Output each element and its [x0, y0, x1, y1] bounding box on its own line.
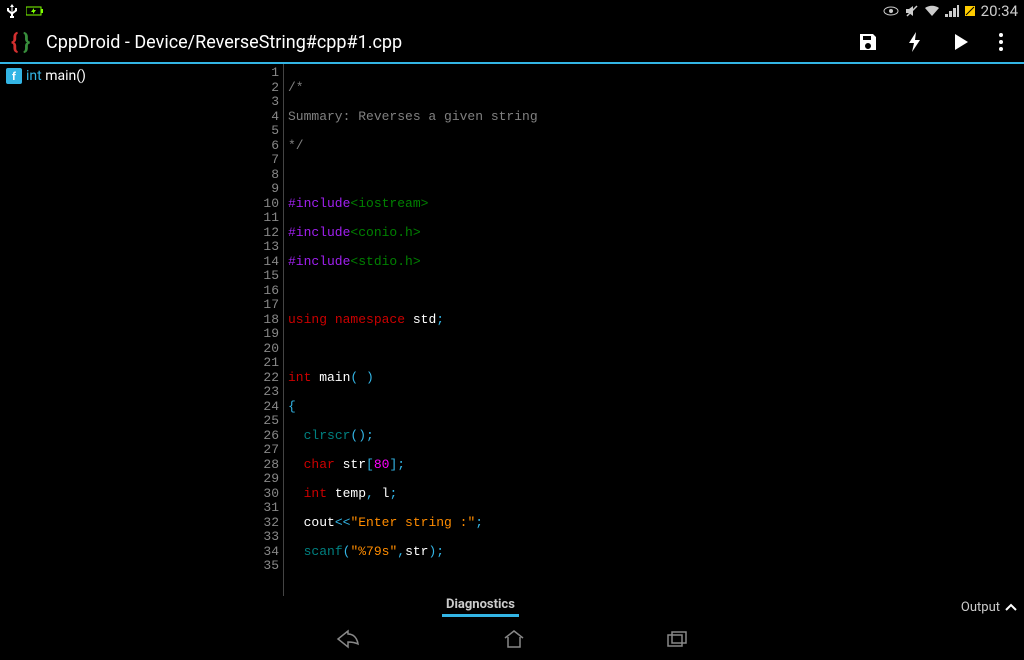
battery-charging-icon — [26, 5, 44, 17]
back-button[interactable] — [334, 629, 362, 649]
recents-button[interactable] — [666, 630, 690, 648]
code-area[interactable]: /* Summary: Reverses a given string */ #… — [284, 64, 1024, 596]
tab-output[interactable]: Output — [961, 600, 1024, 615]
eye-icon — [882, 5, 900, 17]
tab-diagnostics[interactable]: Diagnostics — [0, 597, 961, 617]
signal-icon — [945, 5, 959, 17]
android-status-bar: 20:34 — [0, 0, 1024, 22]
svg-text:{: { — [11, 30, 18, 55]
home-button[interactable] — [502, 629, 526, 649]
android-nav-bar — [0, 618, 1024, 660]
wifi-icon — [924, 5, 940, 17]
bottom-tab-bar: Diagnostics Output — [0, 596, 1024, 618]
app-logo-icon: {} — [10, 29, 36, 55]
app-title: CppDroid - Device/ReverseString#cpp#1.cp… — [46, 32, 848, 53]
outline-fn: main() — [45, 68, 86, 84]
outline-item-main[interactable]: f int main() — [6, 68, 254, 84]
outline-sidebar: f int main() — [0, 64, 260, 596]
code-editor[interactable]: 1234567891011121314151617181920212223242… — [260, 64, 1024, 596]
line-gutter: 1234567891011121314151617181920212223242… — [260, 64, 284, 596]
save-button[interactable] — [858, 32, 878, 52]
svg-text:}: } — [23, 30, 30, 55]
mute-icon — [905, 4, 919, 18]
overflow-menu-button[interactable] — [998, 32, 1004, 52]
no-sim-icon — [964, 5, 976, 17]
status-time: 20:34 — [981, 2, 1018, 20]
chevron-up-icon — [1004, 602, 1018, 612]
usb-icon — [6, 4, 18, 18]
app-bar: {} CppDroid - Device/ReverseString#cpp#1… — [0, 22, 1024, 64]
function-icon: f — [6, 68, 22, 84]
run-button[interactable] — [952, 32, 970, 52]
compile-button[interactable] — [906, 32, 924, 52]
outline-type: int — [26, 68, 45, 84]
